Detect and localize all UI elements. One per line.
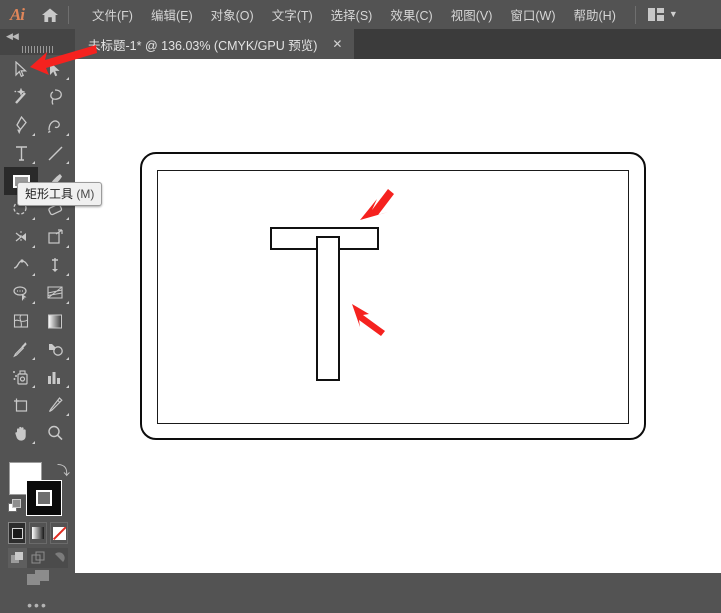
panel-collapse-bar[interactable]: ◀◀: [0, 29, 75, 43]
menu-effect[interactable]: 效果(C): [381, 1, 441, 28]
gradient-tool[interactable]: [38, 307, 72, 335]
change-screen-mode-button[interactable]: [0, 565, 75, 591]
paint-mode-buttons: [8, 522, 68, 544]
vertical-rectangle[interactable]: [316, 236, 340, 381]
menu-type[interactable]: 文字(T): [263, 1, 322, 28]
menubar-divider-2: [634, 5, 636, 24]
chevron-down-icon: ▼: [668, 9, 678, 19]
line-segment-tool[interactable]: [38, 139, 72, 167]
column-graph-tool[interactable]: [38, 363, 72, 391]
magic-wand-tool[interactable]: [4, 83, 38, 111]
lasso-tool[interactable]: [38, 83, 72, 111]
menu-help[interactable]: 帮助(H): [565, 1, 625, 28]
document-tab[interactable]: 未标题-1* @ 136.03% (CMYK/GPU 预览) ✕: [75, 29, 355, 59]
none-mode-button[interactable]: [50, 522, 68, 544]
slice-tool[interactable]: [38, 391, 72, 419]
perspective-grid-tool[interactable]: [38, 279, 72, 307]
arrange-documents-button[interactable]: ▼: [644, 6, 682, 23]
more-tools-button[interactable]: •••: [0, 597, 75, 613]
color-controls: ⤵: [0, 460, 75, 580]
tools-panel: ◀◀ ⤵ •••: [0, 29, 75, 613]
swap-fill-stroke-icon[interactable]: ⤵: [57, 460, 70, 479]
rotate-tool[interactable]: [4, 223, 38, 251]
inner-rectangle-frame[interactable]: [157, 170, 629, 424]
symbol-sprayer-tool[interactable]: [4, 363, 38, 391]
gradient-mode-button[interactable]: [29, 522, 47, 544]
screen-mode-icon: [26, 570, 49, 586]
hand-tool[interactable]: [4, 419, 38, 447]
menu-select[interactable]: 选择(S): [322, 1, 382, 28]
solid-color-icon: [11, 527, 23, 539]
color-mode-button[interactable]: [8, 522, 26, 544]
collapse-panel-icon[interactable]: ◀◀: [6, 31, 19, 41]
menu-window[interactable]: 窗口(W): [501, 1, 564, 28]
menu-view[interactable]: 视图(V): [442, 1, 502, 28]
document-tab-bar: 未标题-1* @ 136.03% (CMYK/GPU 预览) ✕: [75, 29, 721, 59]
eyedropper-tool[interactable]: [4, 335, 38, 363]
menu-object[interactable]: 对象(O): [202, 1, 263, 28]
width-tool[interactable]: [4, 251, 38, 279]
app-logo-icon: Ai: [9, 4, 25, 24]
panel-drag-handle[interactable]: [0, 43, 75, 55]
menubar-divider: [68, 5, 69, 24]
zoom-tool[interactable]: [38, 419, 72, 447]
menu-bar: Ai 文件(F) 编辑(E) 对象(O) 文字(T) 选择(S) 效果(C) 视…: [0, 0, 721, 29]
close-icon[interactable]: ✕: [331, 38, 343, 50]
artboard-canvas[interactable]: [75, 59, 721, 573]
menu-edit[interactable]: 编辑(E): [142, 1, 202, 28]
direct-selection-tool[interactable]: [38, 55, 72, 83]
none-slash-icon: [52, 526, 66, 540]
artboard-tool[interactable]: [4, 391, 38, 419]
curvature-tool[interactable]: [38, 111, 72, 139]
free-transform-tool[interactable]: [38, 251, 72, 279]
arrange-documents-icon: [647, 8, 664, 21]
mesh-tool[interactable]: [4, 307, 38, 335]
stroke-swatch[interactable]: [26, 480, 62, 516]
tooltip-title: 矩形工具: [25, 187, 74, 201]
document-tab-label: 未标题-1* @ 136.03% (CMYK/GPU 预览): [88, 38, 318, 53]
menu-item-list: 文件(F) 编辑(E) 对象(O) 文字(T) 选择(S) 效果(C) 视图(V…: [83, 1, 625, 28]
illustrator-window: Ai 文件(F) 编辑(E) 对象(O) 文字(T) 选择(S) 效果(C) 视…: [0, 0, 721, 613]
tool-button-grid: ⤵ •••: [0, 55, 75, 613]
pen-tool[interactable]: [4, 111, 38, 139]
gradient-icon: [32, 527, 44, 539]
blend-tool[interactable]: [38, 335, 72, 363]
selection-tool[interactable]: [4, 55, 38, 83]
menu-file[interactable]: 文件(F): [83, 1, 142, 28]
tooltip: 矩形工具 (M): [17, 182, 103, 206]
home-icon[interactable]: [34, 0, 66, 29]
default-fill-stroke-icon[interactable]: [8, 499, 21, 512]
shape-builder-tool[interactable]: [4, 279, 38, 307]
tooltip-shortcut: (M): [76, 187, 95, 201]
scale-tool[interactable]: [38, 223, 72, 251]
type-tool[interactable]: [4, 139, 38, 167]
